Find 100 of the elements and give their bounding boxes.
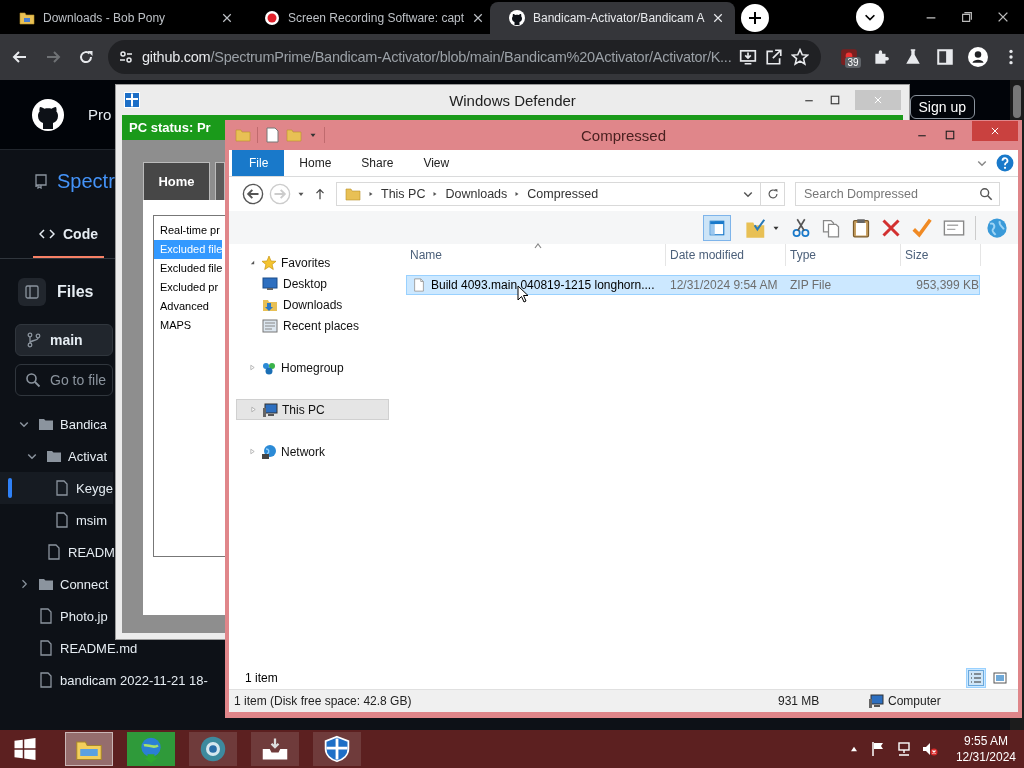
properties-icon[interactable] bbox=[264, 127, 280, 143]
column-header[interactable]: Name bbox=[406, 244, 666, 266]
navigation-item[interactable]: Homegroup bbox=[236, 357, 389, 378]
file-tree-item[interactable]: Keyge bbox=[0, 472, 113, 504]
tab[interactable]: Home bbox=[143, 162, 210, 200]
breadcrumb-arrow-icon bbox=[367, 190, 375, 198]
ribbon-tab[interactable]: View bbox=[408, 150, 465, 176]
flag-icon[interactable] bbox=[869, 741, 886, 757]
refresh-button[interactable] bbox=[761, 182, 785, 206]
file-tree-item[interactable]: README.md bbox=[0, 632, 138, 664]
back-icon[interactable] bbox=[12, 49, 28, 65]
column-header[interactable]: Type bbox=[786, 244, 901, 266]
file-tree-item[interactable]: Photo.jp bbox=[0, 600, 108, 632]
navigation-item[interactable]: Downloads bbox=[236, 294, 389, 315]
file-menu-tab[interactable]: File bbox=[232, 150, 285, 176]
file-tree-item[interactable]: Bandica bbox=[0, 408, 107, 440]
reload-icon[interactable] bbox=[78, 49, 94, 65]
preview-pane-button[interactable] bbox=[703, 214, 731, 241]
puzzle-icon[interactable] bbox=[872, 48, 891, 66]
tune-icon[interactable] bbox=[118, 49, 134, 65]
nav-link[interactable]: Pro bbox=[88, 106, 112, 123]
tab[interactable] bbox=[215, 162, 225, 200]
column-header[interactable]: Size bbox=[901, 244, 981, 266]
new-tab-button[interactable] bbox=[741, 4, 769, 32]
tiles-icon bbox=[992, 670, 1008, 686]
close-icon[interactable] bbox=[996, 10, 1010, 24]
file-tree-item[interactable]: bandicam 2022-11-21 18- bbox=[0, 664, 208, 696]
navigation-item[interactable]: Recent places bbox=[236, 315, 389, 336]
close-icon[interactable] bbox=[712, 12, 725, 24]
browser-icon bbox=[199, 735, 227, 763]
ribbon-tab[interactable]: Share bbox=[346, 150, 409, 176]
plus-icon bbox=[747, 10, 763, 26]
browser-tab[interactable]: Bandicam-Activator/Bandicam A bbox=[490, 2, 735, 34]
branch-button[interactable]: main bbox=[15, 324, 113, 356]
file-tree-item[interactable]: Activat bbox=[0, 440, 107, 472]
settings-list-item[interactable]: Excluded file bbox=[154, 259, 223, 278]
file-search-field[interactable]: Go to file bbox=[15, 364, 113, 396]
github-logo-icon[interactable] bbox=[32, 98, 64, 131]
globe-icon[interactable] bbox=[986, 216, 1008, 239]
close-icon[interactable] bbox=[221, 12, 233, 24]
taskbar-app-button[interactable] bbox=[313, 732, 361, 766]
sort-caret-icon bbox=[532, 241, 544, 249]
navigation-item[interactable]: Favorites bbox=[236, 252, 389, 273]
back-icon[interactable] bbox=[242, 183, 264, 205]
folder-icon bbox=[46, 448, 62, 464]
profile-icon[interactable] bbox=[968, 47, 989, 67]
scrollbar-thumb[interactable] bbox=[1013, 85, 1021, 118]
maximize-icon[interactable] bbox=[944, 129, 956, 141]
ribbon-tab[interactable]: Home bbox=[284, 150, 347, 176]
code-tab[interactable]: Code bbox=[33, 212, 104, 258]
file-tree-item[interactable]: msim bbox=[0, 504, 108, 536]
share-icon[interactable] bbox=[765, 48, 784, 66]
file-icon bbox=[412, 277, 426, 293]
forward-icon[interactable] bbox=[45, 49, 61, 65]
table-cell-text: 953,399 KB bbox=[915, 278, 980, 292]
network-icon[interactable] bbox=[895, 741, 912, 757]
checkmark-icon[interactable] bbox=[911, 216, 933, 239]
maximize-icon[interactable] bbox=[829, 94, 841, 106]
settings-list-item[interactable]: Advanced bbox=[154, 297, 209, 316]
restore-icon[interactable] bbox=[960, 10, 974, 24]
file-name: Build 4093.main.040819-1215 longhorn.... bbox=[431, 278, 655, 292]
browser-tab[interactable]: Screen Recording Software: capt bbox=[245, 2, 490, 34]
navigation-item[interactable]: Network bbox=[236, 441, 389, 462]
panel-icon bbox=[24, 284, 40, 300]
taskbar-app-button[interactable] bbox=[251, 732, 299, 766]
navigation-item[interactable]: This PC bbox=[236, 399, 389, 420]
sidebar-icon[interactable] bbox=[936, 48, 955, 66]
star-icon[interactable] bbox=[791, 48, 810, 66]
desktop-icon bbox=[262, 275, 278, 292]
settings-list-item[interactable]: Excluded pr bbox=[154, 278, 219, 297]
copy-icon[interactable] bbox=[821, 217, 841, 238]
details-view-button[interactable] bbox=[966, 668, 986, 688]
scissors-icon[interactable] bbox=[791, 217, 811, 238]
file-icon bbox=[38, 672, 54, 688]
browser-tab[interactable]: Downloads - Bob Pony bbox=[0, 2, 245, 34]
file-tree-item[interactable]: READM bbox=[0, 536, 115, 568]
taskbar-app-button[interactable] bbox=[189, 732, 237, 766]
file-row[interactable]: Build 4093.main.040819-1215 longhorn.... 12/31/2024 9:54 AM ZIP File 953,399 KB bbox=[406, 275, 980, 295]
close-icon[interactable] bbox=[472, 12, 485, 24]
speaker-muted-icon[interactable] bbox=[921, 741, 938, 757]
delete-icon[interactable] bbox=[881, 217, 901, 238]
side-panel-button[interactable] bbox=[18, 278, 46, 306]
layout-pane-icon bbox=[708, 218, 726, 237]
help-icon[interactable] bbox=[996, 154, 1014, 172]
column-header[interactable]: Date modified bbox=[666, 244, 786, 266]
settings-list-item[interactable]: Real-time pr bbox=[154, 221, 220, 240]
file-tree-item[interactable]: Connect bbox=[0, 568, 109, 600]
clock[interactable]: 9:55 AM 12/31/2024 bbox=[955, 733, 1016, 765]
address-field[interactable]: github.com/SpectrumPrime/Bandicam-Activator/blob/main/Bandicam%20Activator/Activator/K... bbox=[108, 40, 822, 74]
folder-check-icon[interactable] bbox=[745, 216, 767, 239]
search-field[interactable]: Search Dompressed bbox=[795, 182, 1000, 206]
navigation-item[interactable]: Desktop bbox=[236, 273, 389, 294]
up-arrow-icon[interactable] bbox=[313, 187, 327, 201]
address-bar[interactable]: This PC Downloads Compressed bbox=[336, 182, 761, 206]
install-icon[interactable] bbox=[739, 48, 758, 66]
paste-icon[interactable] bbox=[851, 217, 871, 238]
tab-search-button[interactable] bbox=[856, 3, 884, 31]
settings-list-item[interactable]: MAPS bbox=[154, 316, 192, 335]
repo-name-link[interactable]: Spectr bbox=[57, 169, 115, 193]
flask-icon[interactable] bbox=[904, 48, 923, 66]
